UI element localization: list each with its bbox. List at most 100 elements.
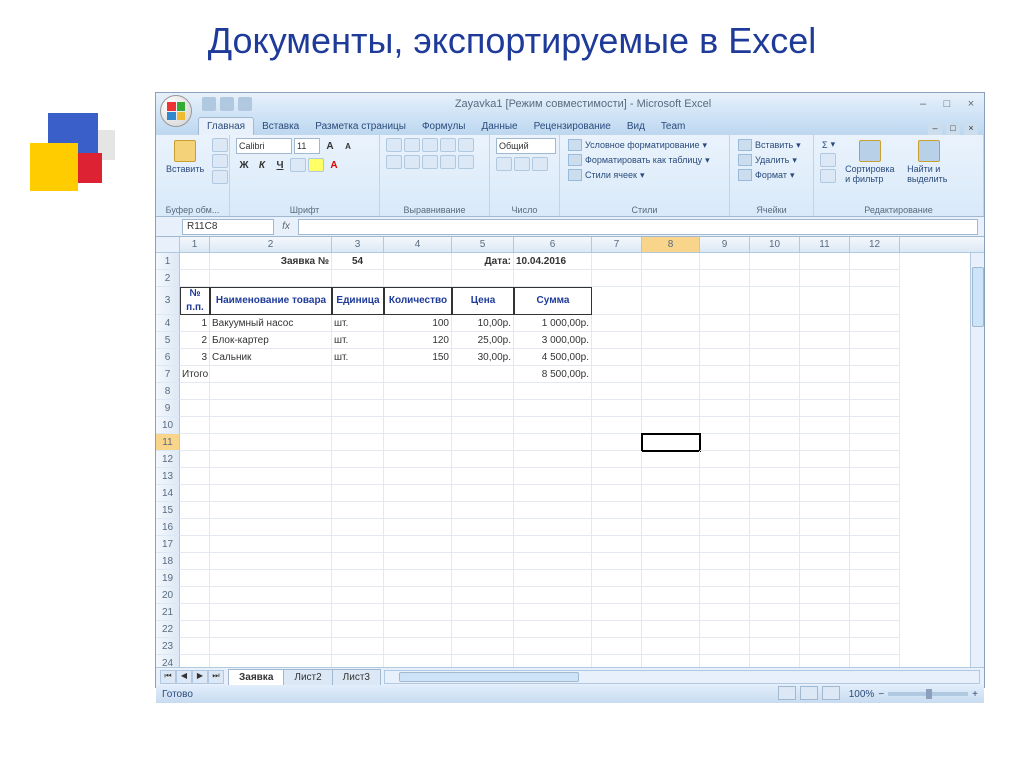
cell[interactable] <box>700 536 750 553</box>
cell[interactable] <box>592 270 642 287</box>
cell[interactable] <box>384 621 452 638</box>
cell[interactable] <box>700 287 750 315</box>
cell[interactable]: 3 <box>180 349 210 366</box>
view-layout-button[interactable] <box>800 686 818 700</box>
hscroll-thumb[interactable] <box>399 672 579 682</box>
zoom-level[interactable]: 100% <box>849 689 875 700</box>
cell[interactable] <box>800 332 850 349</box>
cell[interactable]: Итого: <box>180 366 210 383</box>
cell[interactable] <box>332 383 384 400</box>
cell[interactable] <box>750 655 800 667</box>
cell[interactable] <box>180 434 210 451</box>
cell[interactable] <box>850 502 900 519</box>
cell[interactable] <box>750 451 800 468</box>
cell[interactable]: Сумма <box>514 287 592 315</box>
copy-button[interactable] <box>212 154 228 168</box>
align-center-button[interactable] <box>404 155 420 169</box>
cell[interactable] <box>180 485 210 502</box>
paste-button[interactable]: Вставить <box>162 138 208 176</box>
sheet-nav-prev[interactable]: ◀ <box>176 670 192 684</box>
cell[interactable] <box>592 451 642 468</box>
col-header[interactable]: 1 <box>180 237 210 252</box>
cell[interactable]: 120 <box>384 332 452 349</box>
cell[interactable] <box>210 553 332 570</box>
cell[interactable] <box>592 400 642 417</box>
sheet-nav-first[interactable]: ⏮ <box>160 670 176 684</box>
row-header[interactable]: 18 <box>156 553 180 570</box>
align-middle-button[interactable] <box>404 138 420 152</box>
cell[interactable] <box>700 553 750 570</box>
cell[interactable] <box>850 315 900 332</box>
name-box[interactable]: R11C8 <box>182 219 274 235</box>
cell[interactable] <box>800 536 850 553</box>
row-header[interactable]: 7 <box>156 366 180 383</box>
sheet-nav-next[interactable]: ▶ <box>192 670 208 684</box>
col-header[interactable]: 11 <box>800 237 850 252</box>
cell[interactable] <box>700 366 750 383</box>
cell[interactable] <box>332 570 384 587</box>
cell[interactable] <box>384 587 452 604</box>
cell[interactable] <box>642 655 700 667</box>
cell[interactable] <box>850 349 900 366</box>
cell[interactable] <box>642 587 700 604</box>
cell[interactable] <box>210 366 332 383</box>
cell[interactable] <box>514 485 592 502</box>
cell[interactable] <box>642 417 700 434</box>
fx-button[interactable]: fx <box>278 219 294 235</box>
cell[interactable] <box>384 485 452 502</box>
align-right-button[interactable] <box>422 155 438 169</box>
cell[interactable] <box>800 366 850 383</box>
row-header[interactable]: 19 <box>156 570 180 587</box>
cell[interactable] <box>210 417 332 434</box>
cell[interactable] <box>592 570 642 587</box>
qat-save-icon[interactable] <box>202 97 216 111</box>
view-break-button[interactable] <box>822 686 840 700</box>
cell[interactable] <box>592 604 642 621</box>
cell[interactable] <box>750 604 800 621</box>
cell[interactable] <box>514 553 592 570</box>
cell[interactable] <box>750 366 800 383</box>
cell[interactable] <box>332 621 384 638</box>
cell[interactable] <box>180 638 210 655</box>
cell[interactable] <box>592 553 642 570</box>
cell[interactable]: 1 <box>180 315 210 332</box>
cell[interactable] <box>750 485 800 502</box>
cell[interactable] <box>180 400 210 417</box>
tab-team[interactable]: Team <box>653 118 693 135</box>
cell[interactable] <box>700 519 750 536</box>
cell[interactable] <box>210 655 332 667</box>
cell[interactable] <box>332 655 384 667</box>
cell[interactable]: Наименование товара <box>210 287 332 315</box>
cell[interactable] <box>384 553 452 570</box>
cell[interactable] <box>592 287 642 315</box>
cell[interactable] <box>750 434 800 451</box>
select-all-corner[interactable] <box>156 237 180 252</box>
grow-font-button[interactable]: A <box>322 138 338 154</box>
cell[interactable]: № п.п. <box>180 287 210 315</box>
indent-dec-button[interactable] <box>440 155 456 169</box>
merge-button[interactable] <box>458 155 474 169</box>
cell[interactable] <box>800 434 850 451</box>
cell[interactable] <box>514 502 592 519</box>
cell[interactable] <box>180 502 210 519</box>
tab-page-layout[interactable]: Разметка страницы <box>307 118 414 135</box>
cell[interactable] <box>642 400 700 417</box>
border-button[interactable] <box>290 158 306 172</box>
cell[interactable] <box>800 383 850 400</box>
cell[interactable] <box>700 400 750 417</box>
cell[interactable] <box>700 502 750 519</box>
row-header[interactable]: 17 <box>156 536 180 553</box>
cell[interactable] <box>452 400 514 417</box>
cell[interactable] <box>452 270 514 287</box>
cell[interactable]: 30,00р. <box>452 349 514 366</box>
cell[interactable] <box>384 253 452 270</box>
cell[interactable] <box>800 621 850 638</box>
cell[interactable] <box>642 366 700 383</box>
close-button[interactable]: × <box>962 97 980 111</box>
cell[interactable] <box>642 468 700 485</box>
cell[interactable] <box>452 655 514 667</box>
cell[interactable] <box>514 655 592 667</box>
cell[interactable] <box>210 570 332 587</box>
cell[interactable] <box>850 536 900 553</box>
cell[interactable] <box>850 451 900 468</box>
